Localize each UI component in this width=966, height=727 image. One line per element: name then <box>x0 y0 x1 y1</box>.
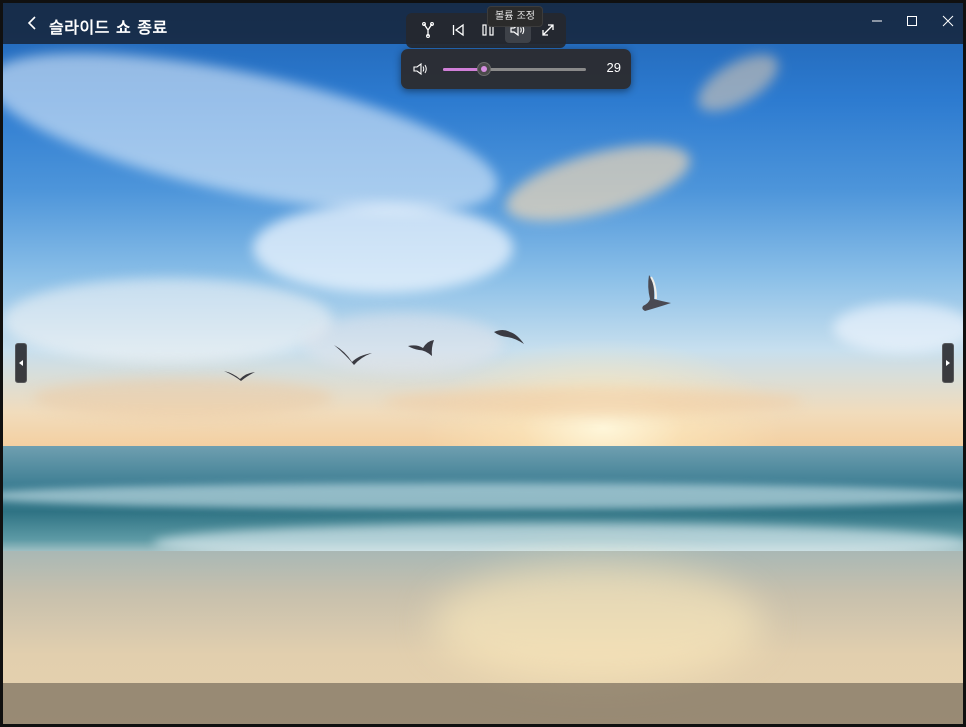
volume-tooltip: 볼륨 조정 <box>487 6 543 27</box>
slideshow-photo <box>3 3 963 724</box>
volume-icon[interactable] <box>413 61 429 77</box>
maximize-icon <box>907 16 917 26</box>
next-photo-button[interactable] <box>942 343 954 383</box>
volume-slider-thumb[interactable] <box>477 62 492 76</box>
bird-icon <box>494 330 524 344</box>
exit-slideshow-title[interactable]: 슬라이드 쇼 종료 <box>49 14 168 38</box>
bird-icon <box>334 345 372 365</box>
bird-icon <box>224 371 255 381</box>
close-button[interactable] <box>933 9 963 33</box>
previous-button[interactable] <box>445 17 471 43</box>
volume-slider[interactable] <box>443 62 586 76</box>
close-icon <box>942 15 954 27</box>
minimize-icon <box>872 20 882 22</box>
previous-icon <box>452 23 464 37</box>
back-button[interactable] <box>23 13 43 33</box>
bird-icon <box>642 275 671 311</box>
chevron-left-icon <box>27 16 36 30</box>
arrow-left-icon <box>19 360 23 366</box>
volume-flyout: 29 <box>401 49 631 89</box>
minimize-button[interactable] <box>862 9 892 33</box>
maximize-button[interactable] <box>897 9 927 33</box>
previous-photo-button[interactable] <box>15 343 27 383</box>
shuffle-button[interactable] <box>415 17 441 43</box>
bird-icon <box>408 340 434 356</box>
volume-value: 29 <box>606 60 621 75</box>
arrow-right-icon <box>946 360 950 366</box>
photos-window: 슬라이드 쇼 종료 볼륨 조정 29 <box>3 3 963 724</box>
photo-bottom-shade <box>3 683 963 724</box>
shuffle-icon <box>422 22 434 38</box>
